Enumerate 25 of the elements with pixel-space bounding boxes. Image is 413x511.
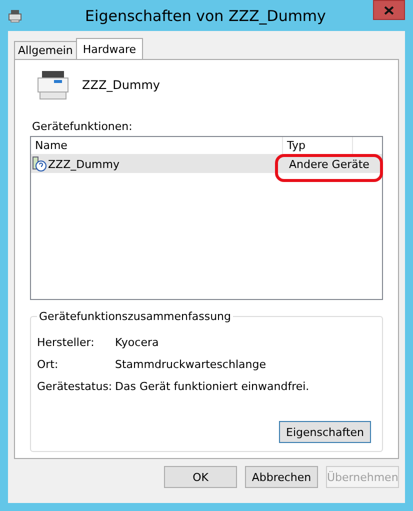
close-button[interactable]	[373, 0, 405, 20]
field-label: Hersteller:	[37, 336, 96, 348]
window-title: Eigenschaften von ZZZ_Dummy	[84, 6, 327, 24]
dialog-button[interactable]: Abbrechen	[245, 466, 318, 488]
group-title: Gerätefunktionszusammenfassung	[37, 310, 234, 323]
close-icon	[384, 6, 394, 14]
field-label: Gerätestatus:	[37, 380, 114, 392]
tab[interactable]: Hardware	[76, 38, 144, 59]
table-cell: Andere Geräte	[289, 158, 370, 170]
section-label: Gerätefunktionen:	[32, 120, 134, 133]
dialog-button[interactable]: OK	[164, 466, 237, 488]
list-row[interactable]: ZZZ_Dummy Andere Geräte	[31, 155, 382, 173]
printer-icon	[36, 70, 70, 100]
field-label: Ort:	[37, 358, 60, 370]
field-value: Das Gerät funktioniert einwandfrei.	[115, 380, 310, 392]
tab[interactable]: Allgemein	[14, 41, 77, 59]
field-value: Stammdruckwarteschlange	[115, 358, 266, 370]
properties-button[interactable]: Eigenschaften	[279, 421, 371, 443]
field-value: Kyocera	[115, 336, 159, 348]
column-header[interactable]: Name	[31, 137, 283, 154]
column-header[interactable]: Typ	[283, 137, 353, 154]
device-name: ZZZ_Dummy	[82, 78, 160, 92]
table-cell: ZZZ_Dummy	[48, 158, 120, 170]
printer-icon	[8, 8, 22, 22]
unknown-device-icon	[31, 156, 47, 172]
